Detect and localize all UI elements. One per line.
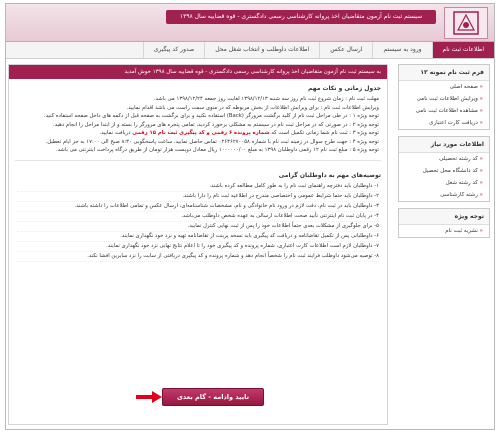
sidebar-item-expert-field[interactable]: رشته کارشناسی bbox=[399, 189, 489, 201]
red-arrow-icon bbox=[135, 391, 162, 403]
sidebar: فرم ثبت نام نمونه ۱۳ صفحه اصلی ویرایش اط… bbox=[394, 60, 494, 244]
sidebar-item-view-info[interactable]: مشاهده اطلاعات ثبت نامی bbox=[399, 105, 489, 117]
note-3-tail: دریافت نمایید. bbox=[99, 130, 131, 136]
tab-registration-info[interactable]: اطلاعات ثبت نام bbox=[431, 42, 494, 58]
sidebar-info-box: اطلاعات مورد نیاز کد رشته تحصیلی کد دانش… bbox=[398, 136, 490, 202]
note-1: توجه ویژه ۱ : در طی مراحل ثبت نام از کلی… bbox=[43, 113, 379, 119]
confirm-next-button[interactable]: تایید وادامه - گام بعدی bbox=[161, 388, 265, 406]
list-item: ۸- توصیه می‌شود داوطلب فرایند ثبت نام را… bbox=[17, 252, 379, 262]
sidebar-info-head: اطلاعات مورد نیاز bbox=[399, 137, 489, 153]
sidebar-registration-head: فرم ثبت نام نمونه ۱۳ bbox=[399, 65, 489, 81]
action-bar: تایید وادامه - گام بعدی bbox=[9, 388, 387, 406]
note-3-lead: توجه ویژه ۳ : ثبت نام شما زمانی تکمیل اس… bbox=[271, 130, 379, 136]
list-item: ۷- داوطلبان لازم است اطلاعات کارت اعتبار… bbox=[17, 242, 379, 252]
list-item: ۵- برای جلوگیری از مشکلات بعدی حتماً اطل… bbox=[17, 222, 379, 232]
recommendations-list: ۱- داوطلبان باید دفترچه راهنمای ثبت نام … bbox=[9, 182, 387, 262]
sidebar-item-edit-info[interactable]: ویرایش اطلاعات ثبت نامی bbox=[399, 93, 489, 105]
edit-info-note: ویرایش اطلاعات ثبت نام : برای ویرایش اطل… bbox=[126, 104, 379, 111]
list-item: ۳- داوطلبان باید در ثبت نام، دقت لازم در… bbox=[17, 202, 379, 212]
list-item: ۲- داوطلبان باید حتما شرایط عمومی و اختص… bbox=[17, 192, 379, 202]
note-3: توجه ویژه ۳ : ثبت نام شما زمانی تکمیل اس… bbox=[9, 129, 387, 138]
sidebar-item-credit-card[interactable]: دریافت کارت اعتباری bbox=[399, 117, 489, 129]
sidebar-item-university-code[interactable]: کد دانشگاه محل تحصیل bbox=[399, 165, 489, 177]
section-recommendations-title: توصیه‌های مهم به داوطلبان گرامی bbox=[278, 171, 381, 179]
tab-applicant-info[interactable]: اطلاعات داوطلب و انتخاب شغل محل bbox=[204, 42, 319, 58]
emblem-logo bbox=[444, 7, 488, 39]
note-2: توجه ویژه ۲ : در صورتی که در مراحل ثبت ن… bbox=[53, 121, 379, 128]
note-5: توجه ویژه ۵ : مبلغ ثبت نام ۱۲ رقمی داوطل… bbox=[55, 147, 379, 153]
list-item: ۴- در پایان ثبت نام اینترنتی تأیید صحت ا… bbox=[17, 212, 379, 222]
registration-window: سیستم ثبت نام آزمون متقاضیان اخذ پروانه … bbox=[5, 3, 495, 430]
emblem-icon bbox=[453, 11, 479, 35]
list-item: ۶- داوطلبانی پس از تکمیل تقاضانامه و دری… bbox=[17, 232, 379, 242]
sidebar-item-bulletin[interactable]: نشریه ثبت نام bbox=[399, 225, 489, 237]
sidebar-registration-box: فرم ثبت نام نمونه ۱۳ صفحه اصلی ویرایش اط… bbox=[398, 64, 490, 130]
header-banner: سیستم ثبت نام آزمون متقاضیان اخذ پروانه … bbox=[6, 4, 494, 42]
list-item: ۱- داوطلبان باید دفترچه راهنمای ثبت نام … bbox=[17, 182, 379, 192]
divider bbox=[15, 159, 381, 161]
note-3-highlight: شماره پرونده ۶ رقمی و کد پیگیری ثبت نام … bbox=[132, 130, 270, 136]
tab-login[interactable]: ورود به سیستم bbox=[372, 42, 431, 58]
note-4: توجه ویژه ۴ : جهت طرح سوال در زمینه ثبت … bbox=[45, 138, 379, 145]
sidebar-item-home[interactable]: صفحه اصلی bbox=[399, 81, 489, 93]
banner-title: سیستم ثبت نام آزمون متقاضیان اخذ پروانه … bbox=[166, 10, 436, 24]
main-nav: اطلاعات ثبت نام ورود به سیستم ارسال عکس … bbox=[6, 42, 494, 59]
section-schedule-title: جدول زمانی و نکات مهم bbox=[308, 85, 381, 92]
tab-tracking-code[interactable]: صدور کد پیگیری bbox=[142, 42, 204, 58]
tab-upload-photo[interactable]: ارسال عکس bbox=[319, 42, 372, 58]
welcome-alert: به سیستم ثبت نام آزمون متقاضیان اخذ پروا… bbox=[9, 65, 387, 79]
sidebar-notes-box: توجه ویژه نشریه ثبت نام bbox=[398, 208, 490, 238]
sidebar-item-job-code[interactable]: کد رشته شغل bbox=[399, 177, 489, 189]
sidebar-item-field-code[interactable]: کد رشته تحصیلی bbox=[399, 153, 489, 165]
main-content: به سیستم ثبت نام آزمون متقاضیان اخذ پروا… bbox=[8, 64, 388, 425]
registration-deadline: مهلت ثبت نام : زمان شروع ثبت نام روز سه … bbox=[153, 96, 379, 102]
sidebar-notes-head: توجه ویژه bbox=[399, 209, 489, 225]
